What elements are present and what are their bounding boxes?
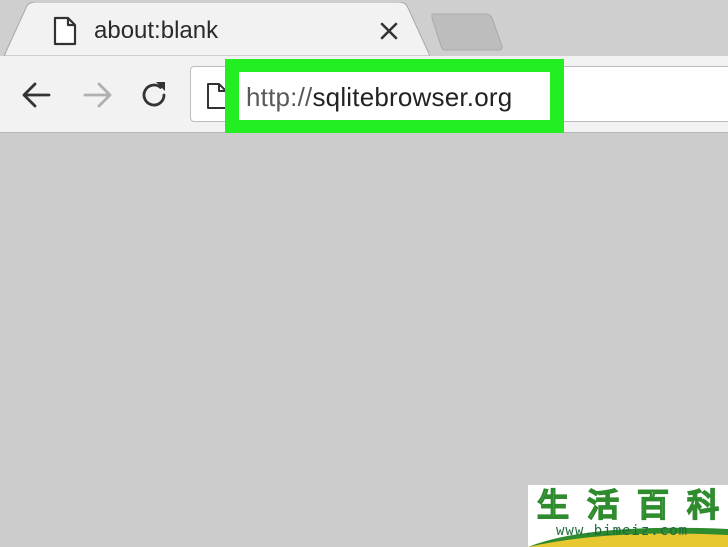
- watermark-char: 百: [636, 486, 669, 524]
- watermark-chars: 生 活 百 科: [528, 486, 728, 524]
- reload-icon[interactable]: [137, 78, 171, 112]
- new-tab-icon[interactable]: [430, 12, 506, 52]
- watermark-char: 科: [686, 486, 719, 524]
- watermark-url: www.bimeiz.com: [556, 523, 689, 539]
- back-arrow-icon[interactable]: [20, 78, 54, 112]
- page-icon: [53, 16, 77, 46]
- watermark-logo: 生 活 百 科 www.bimeiz.com: [528, 485, 728, 547]
- url-host: sqlitebrowser.org: [312, 82, 513, 112]
- forward-arrow-icon[interactable]: [80, 78, 114, 112]
- url-scheme: http://: [246, 82, 313, 112]
- url-field[interactable]: http://sqlitebrowser.org: [246, 78, 512, 116]
- tab-title: about:blank: [94, 17, 219, 44]
- tab-strip: about:blank: [0, 0, 728, 56]
- tab-about-blank[interactable]: about:blank: [4, 2, 430, 56]
- close-icon[interactable]: [374, 16, 404, 46]
- watermark-char: 活: [586, 486, 619, 524]
- watermark-char: 生: [536, 486, 569, 524]
